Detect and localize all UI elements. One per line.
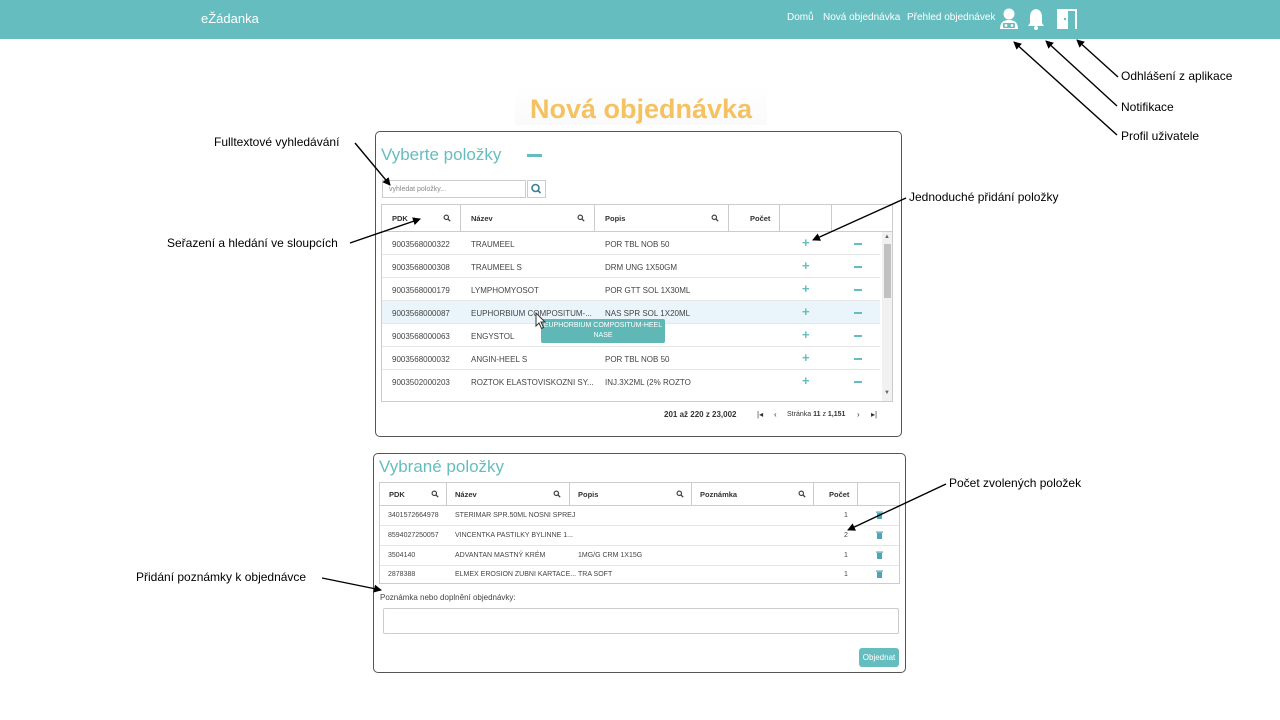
annotation-arrows <box>321 39 1119 593</box>
arrow-sorting <box>349 217 421 244</box>
arrow-profile <box>1013 41 1118 136</box>
arrow-notifications <box>1045 40 1118 107</box>
arrow-fulltext <box>354 142 391 186</box>
arrow-simple-add <box>812 197 907 241</box>
arrow-note <box>321 577 382 593</box>
arrow-logout <box>1076 39 1119 78</box>
arrow-count <box>847 483 947 531</box>
